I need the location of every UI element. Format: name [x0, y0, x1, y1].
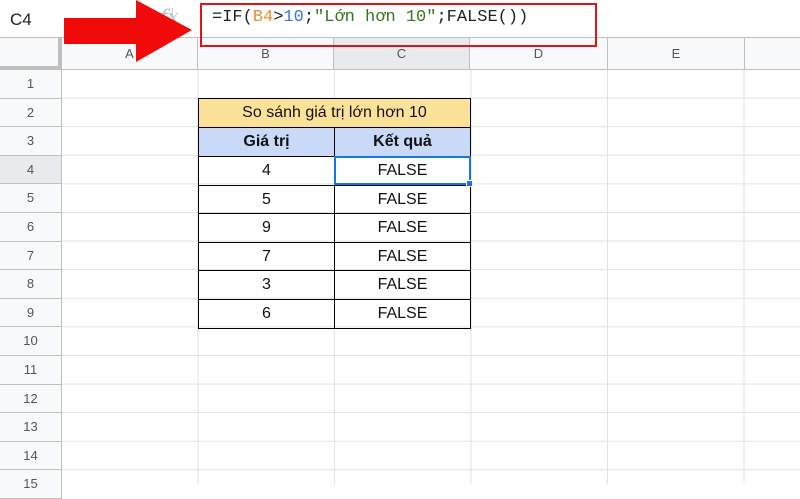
- red-arrow-icon: [64, 0, 192, 62]
- row-header-12[interactable]: 12: [0, 384, 62, 414]
- fill-handle[interactable]: [466, 180, 473, 187]
- row-header-8[interactable]: 8: [0, 270, 62, 299]
- header-ket-qua[interactable]: Kết quả: [334, 127, 471, 157]
- formula-highlight-box: [200, 3, 597, 47]
- table-title[interactable]: So sánh giá trị lớn hơn 10: [198, 98, 471, 128]
- row-header-1[interactable]: 1: [0, 70, 62, 99]
- result-cell[interactable]: FALSE: [334, 299, 471, 329]
- value-cell[interactable]: 5: [198, 184, 335, 215]
- row-header-5[interactable]: 5: [0, 184, 62, 213]
- result-cell[interactable]: FALSE: [334, 213, 471, 243]
- value-cell[interactable]: 9: [198, 213, 335, 243]
- value-cell[interactable]: 6: [198, 299, 335, 329]
- column-header-e[interactable]: E: [608, 38, 745, 70]
- row-header-3[interactable]: 3: [0, 127, 62, 156]
- row-header-6[interactable]: 6: [0, 213, 62, 242]
- value-cell[interactable]: 4: [198, 156, 335, 186]
- result-cell[interactable]: FALSE: [334, 241, 471, 272]
- header-gia-tri[interactable]: Giá trị: [198, 127, 335, 157]
- row-header-4[interactable]: 4: [0, 155, 62, 185]
- row-header-10[interactable]: 10: [0, 327, 62, 356]
- row-header-15[interactable]: 15: [0, 470, 62, 499]
- value-cell[interactable]: 3: [198, 270, 335, 300]
- row-header-9[interactable]: 9: [0, 298, 62, 328]
- row-header-14[interactable]: 14: [0, 441, 62, 471]
- row-header-2[interactable]: 2: [0, 98, 62, 128]
- active-cell-c4[interactable]: [334, 156, 471, 185]
- select-all-corner[interactable]: [0, 38, 62, 70]
- result-cell[interactable]: FALSE: [334, 270, 471, 300]
- row-header-11[interactable]: 11: [0, 356, 62, 385]
- result-cell[interactable]: FALSE: [334, 184, 471, 215]
- value-cell[interactable]: 7: [198, 241, 335, 272]
- row-header-13[interactable]: 13: [0, 413, 62, 442]
- row-header-7[interactable]: 7: [0, 241, 62, 271]
- name-box[interactable]: C4: [10, 10, 32, 30]
- column-header-f[interactable]: [745, 38, 800, 70]
